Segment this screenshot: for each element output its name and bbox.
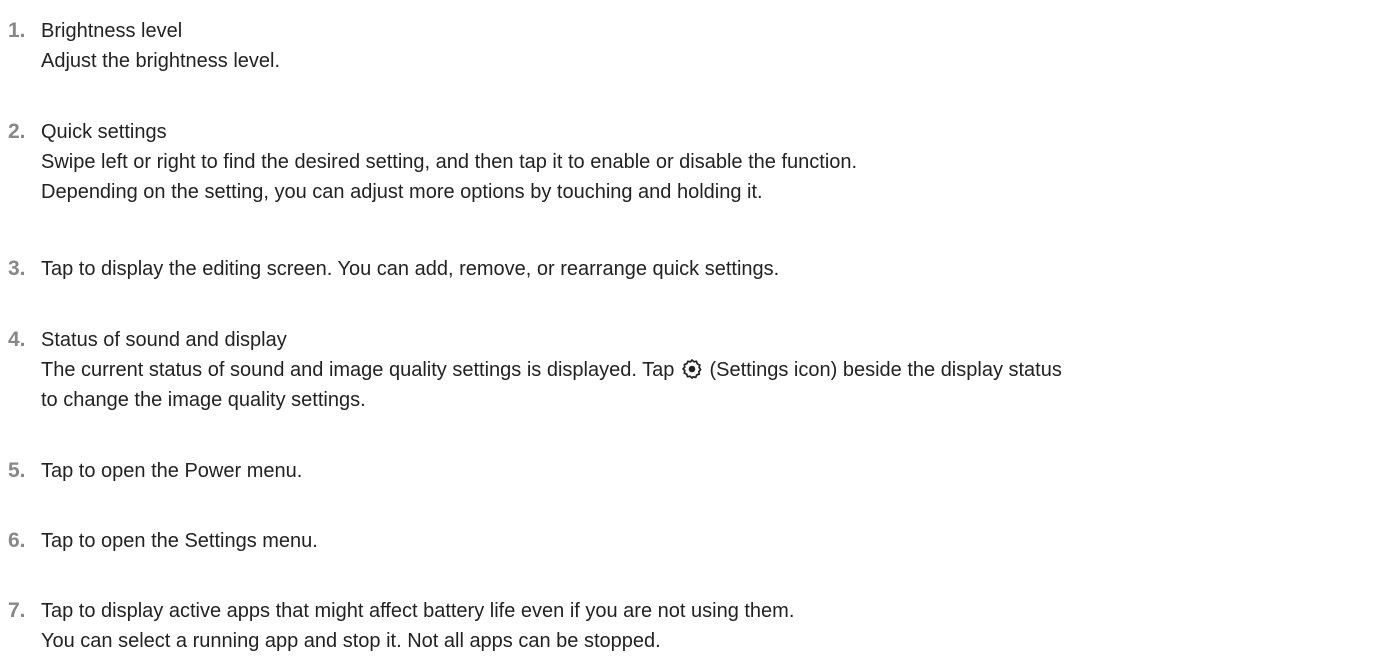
item-number: 2. [8, 120, 26, 143]
item-number: 6. [8, 529, 26, 552]
item-number: 4. [8, 328, 26, 351]
item-description: to change the image quality settings. [41, 389, 366, 411]
help-list: 1. Brightness level Adjust the brightnes… [0, 0, 1385, 664]
item-number: 3. [8, 257, 26, 280]
item-description: Depending on the setting, you can adjust… [41, 181, 763, 203]
text-before-icon: The current status of sound and image qu… [41, 359, 680, 381]
item-description: You can select a running app and stop it… [41, 630, 661, 652]
item-title: Quick settings [41, 121, 167, 143]
item-number: 1. [8, 19, 26, 42]
item-description: Adjust the brightness level. [41, 50, 281, 72]
item-title: Tap to display the editing screen. You c… [41, 258, 780, 280]
item-number: 7. [8, 599, 26, 622]
settings-gear-icon [682, 359, 702, 379]
item-title: Status of sound and display [41, 329, 287, 351]
item-title: Tap to open the Power menu. [41, 460, 303, 482]
item-description: Swipe left or right to find the desired … [41, 151, 858, 173]
item-description: The current status of sound and image qu… [41, 356, 1062, 384]
text-after-icon: (Settings icon) beside the display statu… [703, 359, 1062, 381]
item-title: Tap to open the Settings menu. [41, 530, 318, 552]
item-title: Brightness level [41, 20, 183, 42]
item-title: Tap to display active apps that might af… [41, 600, 795, 622]
item-number: 5. [8, 459, 26, 482]
